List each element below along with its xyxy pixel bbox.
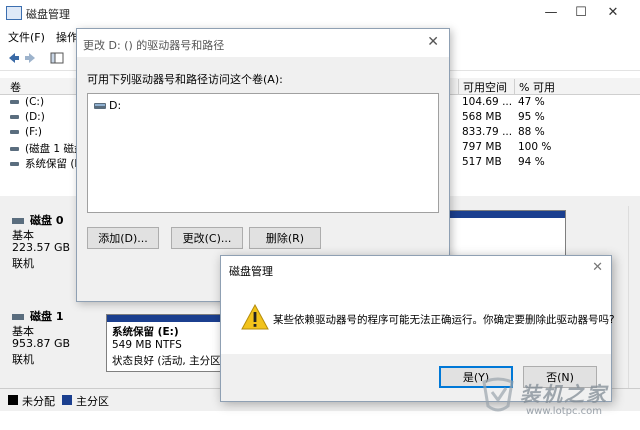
vertical-scrollbar[interactable] [628,206,640,388]
volume-free: 797 MB [462,141,502,153]
volume-free: 833.79 ... [462,126,513,138]
disk-1-panel[interactable]: 磁盘 1 基本 953.87 GB 联机 [6,306,102,370]
column-free-space[interactable]: 可用空间 [458,79,507,94]
disk-status: 联机 [12,257,34,270]
disk-name: 磁盘 0 [30,214,64,227]
volume-percent: 88 % [518,126,545,138]
dialog-titlebar: 更改 D: () 的驱动器号和路径 ✕ [77,29,449,57]
legend-primary: 主分区 [76,395,109,408]
disk-icon [12,314,24,320]
volume-name: (D:) [25,111,45,123]
column-volume[interactable]: 卷 [6,79,21,94]
confirm-title: 磁盘管理 [229,265,273,278]
confirm-body: 某些依赖驱动器号的程序可能无法正确运行。你确定要删除此驱动器号吗? [221,282,615,354]
main-window-title: 磁盘管理 [26,8,70,21]
volume-name: (C:) [25,96,45,108]
volume-name: 系统保留 (E [25,158,82,170]
delete-button[interactable]: 删除(R) [249,227,321,249]
watermark-text: 装机之家 [520,382,608,406]
volume-free: 568 MB [462,111,502,123]
drive-path-list[interactable]: D: [87,93,439,213]
volume-free: 517 MB [462,156,502,168]
primary-partition-stripe [107,315,221,322]
list-item[interactable]: D: [94,99,121,112]
dialog-close-button[interactable]: ✕ [427,34,439,50]
primary-partition-swatch [62,395,72,405]
column-percent-free[interactable]: % 可用 [514,79,555,94]
unallocated-swatch [8,395,18,405]
minimize-button[interactable]: — [536,2,566,24]
close-button[interactable]: ✕ [598,2,628,24]
maximize-button[interactable]: ☐ [566,2,596,24]
change-button[interactable]: 更改(C)... [171,227,243,249]
forward-arrow-icon[interactable] [24,51,38,65]
confirm-close-button[interactable]: ✕ [592,260,603,275]
back-arrow-icon[interactable] [6,51,20,65]
warning-icon [241,304,269,330]
legend-unallocated: 未分配 [22,395,55,408]
disk-size: 223.57 GB [12,241,71,254]
dialog-description: 可用下列驱动器号和路径访问这个卷(A): [87,73,283,86]
console-tree-icon[interactable] [50,51,64,65]
partition-status: 状态良好 (活动, 主分区) [112,355,225,367]
volume-percent: 95 % [518,111,545,123]
watermark-url: www.lotpc.com [526,406,602,417]
partition-name: 系统保留 (E:) [112,326,179,338]
watermark-logo-icon [482,377,514,412]
confirm-titlebar: 磁盘管理 ✕ [221,256,611,282]
volume-icon [10,147,19,151]
volume-icon [10,162,19,166]
disk-size: 953.87 GB [12,337,71,350]
volume-icon [10,100,19,104]
confirm-message: 某些依赖驱动器号的程序可能无法正确运行。你确定要删除此驱动器号吗? [273,314,615,326]
volume-name: (F:) [25,126,42,138]
volume-percent: 100 % [518,141,552,153]
disk-status: 联机 [12,353,34,366]
volume-percent: 47 % [518,96,545,108]
disk-icon [12,218,24,224]
dialog-title: 更改 D: () 的驱动器号和路径 [83,39,225,52]
primary-partition-stripe [449,211,565,218]
volume-percent: 94 % [518,156,545,168]
menu-action[interactable]: 操作 [56,29,78,45]
system-reserved-partition[interactable]: 系统保留 (E:) 549 MB NTFS 状态良好 (活动, 主分区) [106,314,225,372]
menu-file[interactable]: 文件(F) [8,29,45,45]
volume-icon [10,130,19,134]
add-button[interactable]: 添加(D)... [87,227,159,249]
disk-management-icon [6,6,22,20]
drive-letter: D: [109,99,122,112]
main-titlebar: 磁盘管理 — ☐ ✕ [0,0,640,26]
drive-icon [94,103,106,109]
volume-icon [10,115,19,119]
disk-name: 磁盘 1 [30,310,64,323]
volume-free: 104.69 ... [462,96,513,108]
partition-size: 549 MB NTFS [112,339,182,351]
watermark: 装机之家 www.lotpc.com [468,372,638,426]
